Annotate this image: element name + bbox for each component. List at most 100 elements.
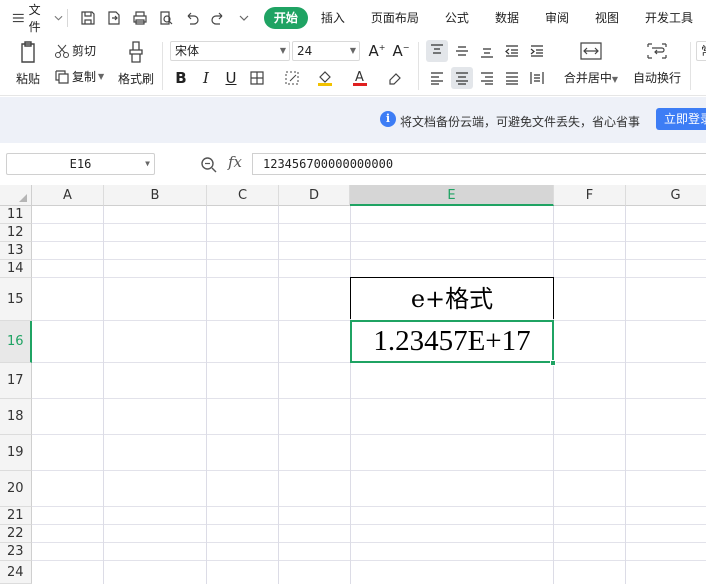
fill-color-icon[interactable] — [314, 67, 336, 89]
print-icon[interactable] — [130, 8, 150, 28]
tab-review[interactable]: 审阅 — [532, 7, 582, 29]
row-header-14[interactable]: 14 — [0, 260, 32, 278]
zoom-icon[interactable] — [200, 156, 218, 174]
row-header-21[interactable]: 21 — [0, 507, 32, 525]
hamburger-icon — [12, 13, 24, 23]
formula-input[interactable]: 123456700000000000 — [252, 153, 706, 175]
bold-icon[interactable]: B — [170, 67, 192, 89]
row-header-11[interactable]: 11 — [0, 206, 32, 224]
gridline — [103, 206, 104, 584]
row-header-15[interactable]: 15 — [0, 278, 32, 321]
increase-indent-icon[interactable] — [526, 40, 548, 62]
increase-font-icon[interactable]: A+ — [366, 40, 388, 62]
print-preview-icon[interactable] — [156, 8, 176, 28]
row-header-13[interactable]: 13 — [0, 242, 32, 260]
row-header-20[interactable]: 20 — [0, 471, 32, 507]
gridline — [32, 470, 706, 471]
align-middle-icon[interactable] — [451, 40, 473, 62]
more-icon[interactable] — [234, 8, 254, 28]
gridline — [32, 560, 706, 561]
justify-icon[interactable] — [501, 67, 523, 89]
underline-icon[interactable]: U — [220, 67, 242, 89]
decrease-indent-icon[interactable] — [501, 40, 523, 62]
cell-e15[interactable]: e+格式 — [350, 277, 554, 319]
align-right-icon[interactable] — [476, 67, 498, 89]
font-size-select[interactable]: 24 ▼ — [292, 41, 360, 61]
distributed-icon[interactable] — [526, 67, 548, 89]
cut-label: 剪切 — [72, 44, 97, 58]
insert-function-icon[interactable]: fx — [228, 153, 242, 171]
row-header-22[interactable]: 22 — [0, 525, 32, 543]
italic-icon[interactable]: I — [195, 67, 217, 89]
undo-icon[interactable] — [182, 8, 202, 28]
redo-icon[interactable] — [208, 8, 228, 28]
gridline — [32, 398, 706, 399]
align-bottom-icon[interactable] — [476, 40, 498, 62]
column-header-e[interactable]: E — [350, 185, 554, 206]
font-name-value: 宋体 — [175, 44, 200, 58]
column-header-b[interactable]: B — [104, 185, 207, 206]
merge-center-button[interactable]: 合并居中▼ — [560, 42, 622, 86]
tab-formulas[interactable]: 公式 — [432, 7, 482, 29]
paste-button[interactable]: 粘贴 — [10, 40, 46, 87]
font-name-select[interactable]: 宋体 ▼ — [170, 41, 290, 61]
column-header-f[interactable]: F — [554, 185, 626, 206]
tab-view[interactable]: 视图 — [582, 7, 632, 29]
wrap-text-icon — [647, 43, 667, 59]
border-icon[interactable] — [246, 67, 268, 89]
copy-button[interactable]: 复制 ▼ — [54, 68, 104, 85]
font-color-icon[interactable]: A — [349, 67, 371, 89]
tab-insert[interactable]: 插入 — [308, 7, 358, 29]
wrap-text-button[interactable]: 自动换行 — [628, 42, 686, 86]
select-all-corner[interactable] — [0, 185, 32, 206]
tab-developer[interactable]: 开发工具 — [632, 7, 706, 29]
decrease-font-icon[interactable]: A− — [390, 40, 412, 62]
gridline — [32, 434, 706, 435]
cut-button[interactable]: 剪切 — [54, 42, 96, 59]
font-size-value: 24 — [297, 44, 313, 58]
cell-style-icon[interactable] — [281, 67, 303, 89]
row-header-18[interactable]: 18 — [0, 399, 32, 435]
name-box[interactable]: E16 ▼ — [6, 153, 155, 175]
login-button[interactable]: 立即登录 — [656, 108, 706, 130]
column-header-a[interactable]: A — [32, 185, 104, 206]
gridline — [32, 259, 706, 260]
gridline — [553, 206, 554, 584]
row-header-12[interactable]: 12 — [0, 224, 32, 242]
gridline — [350, 206, 351, 584]
format-painter-button[interactable]: 格式刷 — [116, 40, 156, 87]
tab-home[interactable]: 开始 — [263, 7, 308, 29]
align-top-icon[interactable] — [426, 40, 448, 62]
row-header-24[interactable]: 24 — [0, 561, 32, 584]
formula-bar: E16 ▼ fx 123456700000000000 — [0, 143, 706, 185]
spreadsheet-grid[interactable]: A B C D E F G 11 12 13 14 15 16 17 18 19… — [0, 185, 706, 584]
tab-page-layout[interactable]: 页面布局 — [358, 7, 432, 29]
column-header-c[interactable]: C — [207, 185, 279, 206]
chevron-down-icon: ▼ — [611, 75, 619, 84]
column-header-d[interactable]: D — [279, 185, 350, 206]
row-header-19[interactable]: 19 — [0, 435, 32, 471]
column-header-g[interactable]: G — [626, 185, 706, 206]
save-icon[interactable] — [78, 8, 98, 28]
fill-handle[interactable] — [550, 360, 556, 366]
gridline — [625, 206, 626, 584]
align-center-icon[interactable] — [451, 67, 473, 89]
file-menu[interactable]: 文件 — [0, 1, 63, 35]
gridline — [278, 206, 279, 584]
menu-bar: 文件 开始 插入 页面布局 公式 数据 审阅 视图 开发工具 — [0, 0, 706, 36]
cell-e16-selected[interactable]: 1.23457E+17 — [350, 320, 554, 363]
align-left-icon[interactable] — [426, 67, 448, 89]
clear-format-icon[interactable] — [384, 67, 406, 89]
quick-access-toolbar — [72, 8, 260, 28]
divider — [418, 42, 419, 90]
divider — [690, 42, 691, 90]
divider — [162, 42, 163, 90]
number-format-select[interactable]: 常 — [696, 41, 706, 61]
cell-reference: E16 — [69, 157, 92, 171]
tab-data[interactable]: 数据 — [482, 7, 532, 29]
export-icon[interactable] — [104, 8, 124, 28]
row-header-17[interactable]: 17 — [0, 363, 32, 399]
chevron-down-icon: ▼ — [145, 159, 150, 168]
row-header-23[interactable]: 23 — [0, 543, 32, 561]
row-header-16[interactable]: 16 — [0, 321, 32, 363]
